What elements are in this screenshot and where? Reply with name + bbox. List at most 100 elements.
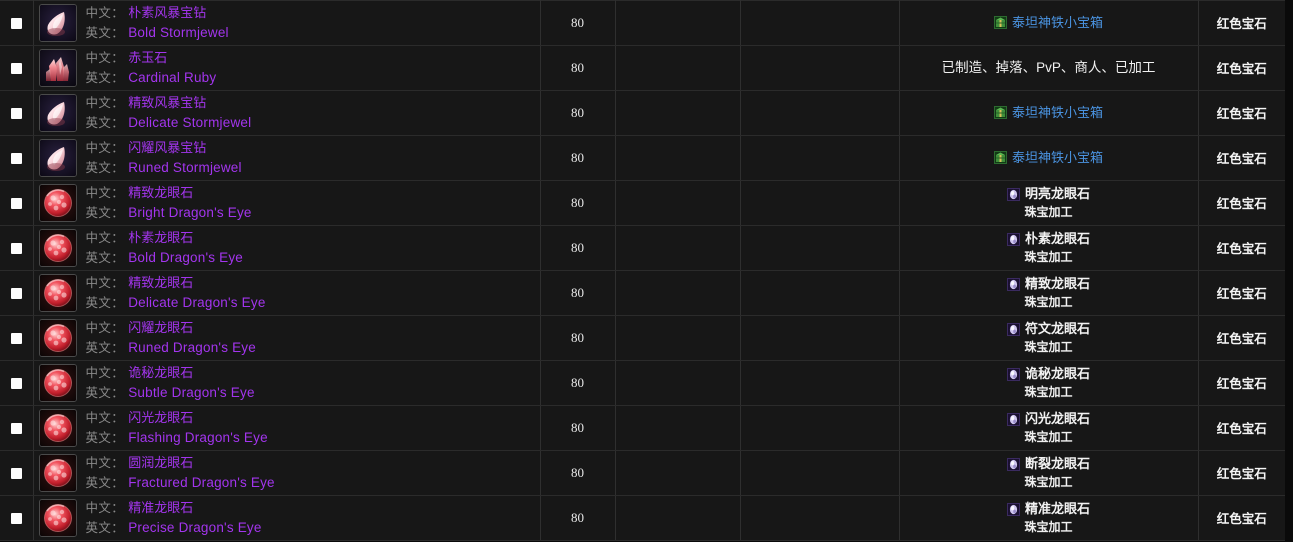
item-name-en[interactable]: Bold Stormjewel [128,25,229,40]
row-checkbox[interactable] [10,422,22,434]
item-name-cn[interactable]: 闪耀风暴宝钻 [128,140,206,155]
table-row[interactable]: 中文： 精致龙眼石 英文： Bright Dragon's Eye 80 明亮龙眼石… [0,180,1285,226]
row-checkbox-cell[interactable] [0,180,34,226]
source-link-row[interactable]: 精致龙眼石 [1006,276,1090,293]
table-row[interactable]: 中文： 诡秘龙眼石 英文： Subtle Dragon's Eye 80 诡秘龙眼石… [0,360,1285,406]
row-checkbox-cell[interactable] [0,360,34,406]
item-name-cn[interactable]: 精致风暴宝钻 [128,95,206,110]
table-row[interactable]: 中文： 精准龙眼石 英文： Precise Dragon's Eye 80 精准龙眼… [0,495,1285,541]
item-name-en[interactable]: Flashing Dragon's Eye [128,430,268,445]
item-icon[interactable] [38,499,77,537]
item-name-en[interactable]: Bright Dragon's Eye [128,205,251,220]
source-link-row[interactable]: 泰坦神铁小宝箱 [993,15,1103,32]
item-icon[interactable] [38,364,77,402]
source-link-row[interactable]: 符文龙眼石 [1006,321,1090,338]
row-checkbox[interactable] [10,467,22,479]
item-name-en[interactable]: Cardinal Ruby [128,70,216,85]
source-link-row[interactable]: 泰坦神铁小宝箱 [993,105,1103,122]
item-names: 中文： 赤玉石 英文： Cardinal Ruby [86,48,217,88]
item-name-en[interactable]: Bold Dragon's Eye [128,250,243,265]
source-link[interactable]: 泰坦神铁小宝箱 [1012,15,1103,32]
item-name-en[interactable]: Runed Stormjewel [128,160,242,175]
row-checkbox[interactable] [10,512,22,524]
row-checkbox[interactable] [10,152,22,164]
blank-cell-c [739,180,900,226]
source-link[interactable]: 精致龙眼石 [1025,276,1090,293]
item-name-en[interactable]: Delicate Dragon's Eye [128,295,265,310]
source-link-row[interactable]: 诡秘龙眼石 [1006,366,1090,383]
source-link[interactable]: 断裂龙眼石 [1025,456,1090,473]
item-name-cn[interactable]: 诡秘龙眼石 [128,365,193,380]
source-link[interactable]: 泰坦神铁小宝箱 [1012,150,1103,167]
item-name-en[interactable]: Runed Dragon's Eye [128,340,256,355]
source-link[interactable]: 朴素龙眼石 [1025,231,1090,248]
source-link[interactable]: 明亮龙眼石 [1025,186,1090,203]
item-level: 80 [571,150,584,165]
item-icon[interactable] [38,94,77,132]
source-link[interactable]: 诡秘龙眼石 [1025,366,1090,383]
item-name-en[interactable]: Delicate Stormjewel [128,115,251,130]
item-level-cell: 80 [539,135,616,181]
row-checkbox-cell[interactable] [0,495,34,541]
row-checkbox[interactable] [10,287,22,299]
table-row[interactable]: 中文： 精致龙眼石 英文： Delicate Dragon's Eye 80 精致龙… [0,270,1285,316]
item-name-cn[interactable]: 闪光龙眼石 [128,410,193,425]
row-checkbox-cell[interactable] [0,315,34,361]
item-name-cn[interactable]: 朴素风暴宝钻 [128,5,206,20]
source-link[interactable]: 闪光龙眼石 [1025,411,1090,428]
source-link[interactable]: 泰坦神铁小宝箱 [1012,105,1103,122]
row-checkbox-cell[interactable] [0,405,34,451]
row-checkbox-cell[interactable] [0,0,34,46]
item-name-cn[interactable]: 闪耀龙眼石 [128,320,193,335]
row-checkbox[interactable] [10,197,22,209]
item-name-cn[interactable]: 精致龙眼石 [128,185,193,200]
source-link[interactable]: 精准龙眼石 [1025,501,1090,518]
source-link[interactable]: 符文龙眼石 [1025,321,1090,338]
source-link-row[interactable]: 闪光龙眼石 [1006,411,1090,428]
row-checkbox-cell[interactable] [0,225,34,271]
item-icon[interactable] [38,409,77,447]
source-link-row[interactable]: 泰坦神铁小宝箱 [993,150,1103,167]
row-checkbox-cell[interactable] [0,45,34,91]
table-row[interactable]: 中文： 闪耀风暴宝钻 英文： Runed Stormjewel 80 泰坦神铁小宝箱… [0,135,1285,181]
row-checkbox[interactable] [10,332,22,344]
item-icon[interactable] [38,4,77,42]
row-checkbox[interactable] [10,242,22,254]
item-icon[interactable] [38,139,77,177]
cn-label: 中文： [85,456,125,470]
row-checkbox[interactable] [10,107,22,119]
row-checkbox[interactable] [10,62,22,74]
item-icon[interactable] [38,319,77,357]
source-link-row[interactable]: 明亮龙眼石 [1006,186,1090,203]
row-checkbox-cell[interactable] [0,90,34,136]
item-icon[interactable] [38,229,77,267]
table-row[interactable]: 中文： 朴素风暴宝钻 英文： Bold Stormjewel 80 泰坦神铁小宝箱 … [0,0,1285,46]
item-name-en[interactable]: Fractured Dragon's Eye [128,475,275,490]
table-row[interactable]: 中文： 朴素龙眼石 英文： Bold Dragon's Eye 80 朴素龙眼石 珠… [0,225,1285,271]
gem-type: 红色宝石 [1216,287,1267,301]
row-checkbox-cell[interactable] [0,135,34,181]
item-icon[interactable] [38,184,77,222]
row-checkbox-cell[interactable] [0,270,34,316]
table-row[interactable]: 中文： 精致风暴宝钻 英文： Delicate Stormjewel 80 泰坦神铁… [0,90,1285,136]
table-row[interactable]: 中文： 赤玉石 英文： Cardinal Ruby 80 已制造、掉落、PvP、商人、… [0,45,1285,91]
row-checkbox[interactable] [10,377,22,389]
item-name-en[interactable]: Subtle Dragon's Eye [128,385,254,400]
row-checkbox-cell[interactable] [0,450,34,496]
row-checkbox[interactable] [10,17,22,29]
item-name-en[interactable]: Precise Dragon's Eye [128,520,261,535]
item-name-cn[interactable]: 精准龙眼石 [128,500,193,515]
item-name-cn[interactable]: 朴素龙眼石 [128,230,193,245]
item-icon[interactable] [38,454,77,492]
item-icon[interactable] [38,274,77,312]
source-link-row[interactable]: 断裂龙眼石 [1006,456,1090,473]
table-row[interactable]: 中文： 闪耀龙眼石 英文： Runed Dragon's Eye 80 符文龙眼石 … [0,315,1285,361]
source-link-row[interactable]: 精准龙眼石 [1006,501,1090,518]
item-icon[interactable] [38,49,77,87]
table-row[interactable]: 中文： 闪光龙眼石 英文： Flashing Dragon's Eye 80 闪光龙… [0,405,1285,451]
source-link-row[interactable]: 朴素龙眼石 [1006,231,1090,248]
item-name-cn[interactable]: 精致龙眼石 [128,275,193,290]
item-name-cn[interactable]: 赤玉石 [128,50,167,65]
table-row[interactable]: 中文： 圆润龙眼石 英文： Fractured Dragon's Eye 80 断裂… [0,450,1285,496]
item-name-cn[interactable]: 圆润龙眼石 [128,455,193,470]
